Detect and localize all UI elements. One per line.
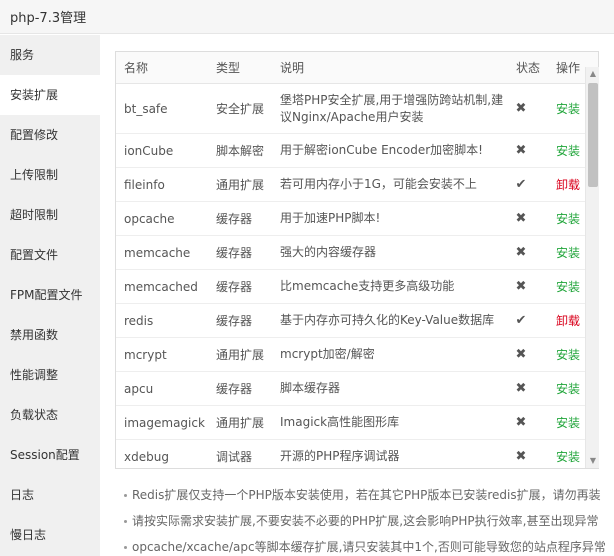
ext-desc: 用于加速PHP脚本! bbox=[280, 211, 381, 225]
header-name: 名称 bbox=[124, 61, 149, 75]
ext-name: opcache bbox=[124, 211, 175, 226]
not-installed-icon: ✖ bbox=[515, 347, 527, 362]
ext-desc: mcrypt加密/解密 bbox=[280, 347, 375, 361]
window-title: php-7.3管理 bbox=[10, 11, 87, 26]
ext-type: 调试器 bbox=[216, 450, 253, 464]
ext-name: memcached bbox=[124, 279, 198, 294]
ext-name: fileinfo bbox=[124, 177, 165, 192]
table-header: 名称 类型 说明 状态 操作 bbox=[116, 52, 598, 84]
install-button[interactable]: 安装 bbox=[556, 372, 586, 405]
ext-desc: 强大的内容缓存器 bbox=[280, 245, 377, 259]
sidebar-item-service[interactable]: 服务 bbox=[0, 35, 100, 75]
ext-type: 缓存器 bbox=[216, 212, 253, 226]
ext-name: mcrypt bbox=[124, 347, 167, 362]
table-row: xdebug 调试器 开源的PHP程序调试器 ✖ 安装 bbox=[116, 440, 598, 468]
sidebar-item-config-file[interactable]: 配置文件 bbox=[0, 235, 100, 275]
table-row: redis 缓存器 基于内存亦可持久化的Key-Value数据库 ✔ 卸载 bbox=[116, 304, 598, 338]
ext-name: memcache bbox=[124, 245, 191, 260]
install-button[interactable]: 安装 bbox=[556, 270, 586, 303]
uninstall-button[interactable]: 卸载 bbox=[556, 168, 586, 201]
install-button[interactable]: 安装 bbox=[556, 202, 586, 235]
window-titlebar: php-7.3管理 bbox=[0, 0, 614, 34]
install-button[interactable]: 安装 bbox=[556, 440, 586, 468]
install-button[interactable]: 安装 bbox=[556, 406, 586, 439]
note-item: Redis扩展仅支持一个PHP版本安装使用，若在其它PHP版本已安装redis扩… bbox=[124, 487, 614, 513]
sidebar-item-config-edit[interactable]: 配置修改 bbox=[0, 115, 100, 155]
table-row: bt_safe 安全扩展 堡塔PHP安全扩展,用于增强防跨站机制,建议Nginx… bbox=[116, 84, 598, 134]
install-button[interactable]: 安装 bbox=[556, 84, 586, 133]
sidebar-item-load-status[interactable]: 负载状态 bbox=[0, 395, 100, 435]
scroll-up-arrow-icon[interactable]: ▲ bbox=[586, 67, 600, 81]
not-installed-icon: ✖ bbox=[515, 101, 527, 116]
note-item: opcache/xcache/apc等脚本缓存扩展,请只安装其中1个,否则可能导… bbox=[124, 539, 614, 556]
table-row: imagemagick 通用扩展 Imagick高性能图形库 ✖ 安装 bbox=[116, 406, 598, 440]
sidebar-item-performance[interactable]: 性能调整 bbox=[0, 355, 100, 395]
ext-desc: 开源的PHP程序调试器 bbox=[280, 449, 400, 463]
table-row: fileinfo 通用扩展 若可用内存小于1G，可能会安装不上 ✔ 卸载 bbox=[116, 168, 598, 202]
uninstall-button[interactable]: 卸载 bbox=[556, 304, 586, 337]
ext-name: apcu bbox=[124, 381, 154, 396]
note-item: 请按实际需求安装扩展,不要安装不必要的PHP扩展,这会影响PHP执行效率,甚至出… bbox=[124, 513, 614, 539]
ext-desc: 比memcache支持更多高级功能 bbox=[280, 279, 455, 293]
table-row: memcache 缓存器 强大的内容缓存器 ✖ 安装 bbox=[116, 236, 598, 270]
ext-type: 缓存器 bbox=[216, 382, 253, 396]
sidebar-item-fpm-config[interactable]: FPM配置文件 bbox=[0, 275, 100, 315]
ext-type: 缓存器 bbox=[216, 314, 253, 328]
not-installed-icon: ✖ bbox=[515, 381, 527, 396]
ext-type: 缓存器 bbox=[216, 280, 253, 294]
sidebar-item-timeout-limit[interactable]: 超时限制 bbox=[0, 195, 100, 235]
installed-check-icon: ✔ bbox=[515, 313, 527, 328]
ext-name: xdebug bbox=[124, 449, 169, 464]
ext-desc: Imagick高性能图形库 bbox=[280, 415, 400, 429]
scrollbar-thumb[interactable] bbox=[588, 83, 598, 187]
install-button[interactable]: 安装 bbox=[556, 134, 586, 167]
main-content: 名称 类型 说明 状态 操作 bt_safe 安全扩展 堡塔PHP安全扩展,用于… bbox=[100, 35, 614, 556]
scroll-down-arrow-icon[interactable]: ▼ bbox=[586, 454, 600, 468]
ext-name: redis bbox=[124, 313, 154, 328]
table-row: mcrypt 通用扩展 mcrypt加密/解密 ✖ 安装 bbox=[116, 338, 598, 372]
ext-name: imagemagick bbox=[124, 415, 205, 430]
not-installed-icon: ✖ bbox=[515, 415, 527, 430]
installed-check-icon: ✔ bbox=[515, 177, 527, 192]
not-installed-icon: ✖ bbox=[515, 279, 527, 294]
sidebar-item-upload-limit[interactable]: 上传限制 bbox=[0, 155, 100, 195]
extensions-table: 名称 类型 说明 状态 操作 bt_safe 安全扩展 堡塔PHP安全扩展,用于… bbox=[115, 51, 599, 469]
ext-type: 通用扩展 bbox=[216, 348, 265, 362]
sidebar-item-disabled-functions[interactable]: 禁用函数 bbox=[0, 315, 100, 355]
ext-desc: 脚本缓存器 bbox=[280, 381, 341, 395]
table-scrollbar[interactable]: ▲ ▼ bbox=[585, 67, 599, 468]
not-installed-icon: ✖ bbox=[515, 449, 527, 464]
header-op: 操作 bbox=[556, 61, 581, 75]
sidebar-item-slow-log[interactable]: 慢日志 bbox=[0, 515, 100, 555]
table-row: apcu 缓存器 脚本缓存器 ✖ 安装 bbox=[116, 372, 598, 406]
table-body: bt_safe 安全扩展 堡塔PHP安全扩展,用于增强防跨站机制,建议Nginx… bbox=[116, 84, 598, 468]
sidebar-item-session-config[interactable]: Session配置 bbox=[0, 435, 100, 475]
header-desc: 说明 bbox=[280, 61, 305, 75]
not-installed-icon: ✖ bbox=[515, 143, 527, 158]
table-row: opcache 缓存器 用于加速PHP脚本! ✖ 安装 bbox=[116, 202, 598, 236]
ext-type: 缓存器 bbox=[216, 246, 253, 260]
table-row: memcached 缓存器 比memcache支持更多高级功能 ✖ 安装 bbox=[116, 270, 598, 304]
table-row: ionCube 脚本解密 用于解密ionCube Encoder加密脚本! ✖ … bbox=[116, 134, 598, 168]
install-button[interactable]: 安装 bbox=[556, 236, 586, 269]
ext-type: 安全扩展 bbox=[216, 102, 265, 116]
ext-desc: 若可用内存小于1G，可能会安装不上 bbox=[280, 177, 477, 191]
header-status: 状态 bbox=[516, 61, 541, 75]
sidebar: 服务 安装扩展 配置修改 上传限制 超时限制 配置文件 FPM配置文件 禁用函数… bbox=[0, 35, 100, 556]
sidebar-item-install-extensions[interactable]: 安装扩展 bbox=[0, 75, 100, 115]
ext-desc: 基于内存亦可持久化的Key-Value数据库 bbox=[280, 313, 495, 327]
ext-name: ionCube bbox=[124, 143, 174, 158]
ext-desc: 用于解密ionCube Encoder加密脚本! bbox=[280, 143, 483, 157]
notes-list: Redis扩展仅支持一个PHP版本安装使用，若在其它PHP版本已安装redis扩… bbox=[124, 487, 614, 556]
sidebar-item-log[interactable]: 日志 bbox=[0, 475, 100, 515]
install-button[interactable]: 安装 bbox=[556, 338, 586, 371]
not-installed-icon: ✖ bbox=[515, 211, 527, 226]
ext-desc: 堡塔PHP安全扩展,用于增强防跨站机制,建议Nginx/Apache用户安装 bbox=[280, 92, 504, 124]
ext-type: 通用扩展 bbox=[216, 178, 265, 192]
ext-type: 脚本解密 bbox=[216, 144, 265, 158]
header-type: 类型 bbox=[216, 61, 241, 75]
not-installed-icon: ✖ bbox=[515, 245, 527, 260]
ext-type: 通用扩展 bbox=[216, 416, 265, 430]
ext-name: bt_safe bbox=[124, 101, 168, 116]
